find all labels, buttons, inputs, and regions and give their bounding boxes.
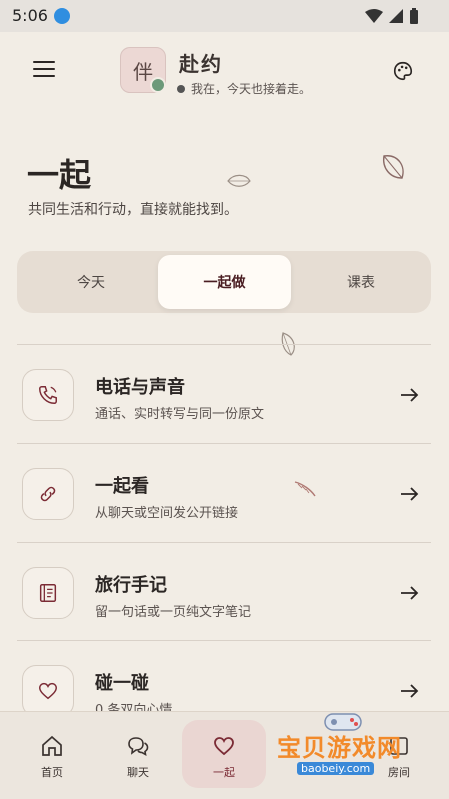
online-indicator <box>150 77 166 93</box>
list-item-watch[interactable]: 一起看 从聊天或空间发公开链接 <box>17 444 431 542</box>
menu-icon[interactable] <box>33 61 55 79</box>
item-desc: 从聊天或空间发公开链接 <box>95 506 239 521</box>
phone-icon-box <box>22 369 74 421</box>
page-subtitle: 共同生活和行动，直接就能找到。 <box>28 202 238 218</box>
link-icon-box <box>22 468 74 520</box>
home-icon <box>42 735 62 756</box>
phone-icon <box>39 386 57 404</box>
watermark-text: 宝贝游戏网 <box>277 734 402 762</box>
link-icon <box>40 486 56 502</box>
list-item-phone[interactable]: 电话与声音 通话、实时转写与同一份原文 <box>17 345 431 443</box>
heart-icon-box <box>22 665 74 717</box>
tab-today[interactable]: 今天 <box>25 255 157 309</box>
arrow-right-icon <box>401 388 419 402</box>
status-time: 5:06 <box>12 6 48 25</box>
status-text: 我在，今天也接着走。 <box>191 82 312 96</box>
watermark-url: baobeiy.com <box>297 762 375 775</box>
item-title: 旅行手记 <box>95 575 167 596</box>
chat-icon <box>128 737 149 757</box>
leaf-icon <box>383 155 404 179</box>
nav-chat[interactable]: 聊天 <box>94 712 182 799</box>
download-icon <box>54 8 70 24</box>
nav-label: 一起 <box>213 766 235 779</box>
signal-icon <box>389 9 403 23</box>
heart-icon <box>214 737 234 756</box>
battery-icon <box>410 8 418 24</box>
item-title: 碰一碰 <box>95 673 149 694</box>
wifi-icon <box>365 9 383 23</box>
nav-home[interactable]: 首页 <box>8 712 96 799</box>
tab-together[interactable]: 一起做 <box>158 255 291 309</box>
status-dot <box>177 84 185 93</box>
list-item-travel[interactable]: 旅行手记 留一句话或一页纯文字笔记 <box>17 543 431 641</box>
status-bar: 5:06 <box>0 0 449 32</box>
palette-icon[interactable] <box>392 60 414 82</box>
item-title: 一起看 <box>95 476 149 497</box>
notebook-icon-box <box>22 567 74 619</box>
item-desc: 留一句话或一页纯文字笔记 <box>95 605 252 620</box>
item-title: 电话与声音 <box>95 377 185 398</box>
app-header: 伴 赴约 我在，今天也接着走。 <box>0 32 449 112</box>
leaf-icon <box>227 174 251 187</box>
app-name: 赴约 <box>179 52 223 76</box>
segmented-tabs: 今天 一起做 课表 <box>17 251 431 313</box>
heart-icon <box>39 682 57 700</box>
page-title: 一起 <box>27 156 92 194</box>
notebook-icon <box>39 584 57 602</box>
nav-label: 首页 <box>41 766 63 779</box>
item-desc: 通话、实时转写与同一份原文 <box>95 407 265 422</box>
nav-label: 聊天 <box>127 766 149 779</box>
watermark: 宝贝游戏网 baobeiy.com <box>277 708 437 782</box>
status-message: 我在，今天也接着走。 <box>177 80 311 97</box>
arrow-right-icon <box>401 684 419 698</box>
status-icons <box>365 8 419 24</box>
arrow-right-icon <box>401 487 419 501</box>
arrow-right-icon <box>401 586 419 600</box>
tab-schedule[interactable]: 课表 <box>295 255 427 309</box>
nav-together[interactable]: 一起 <box>180 712 268 799</box>
